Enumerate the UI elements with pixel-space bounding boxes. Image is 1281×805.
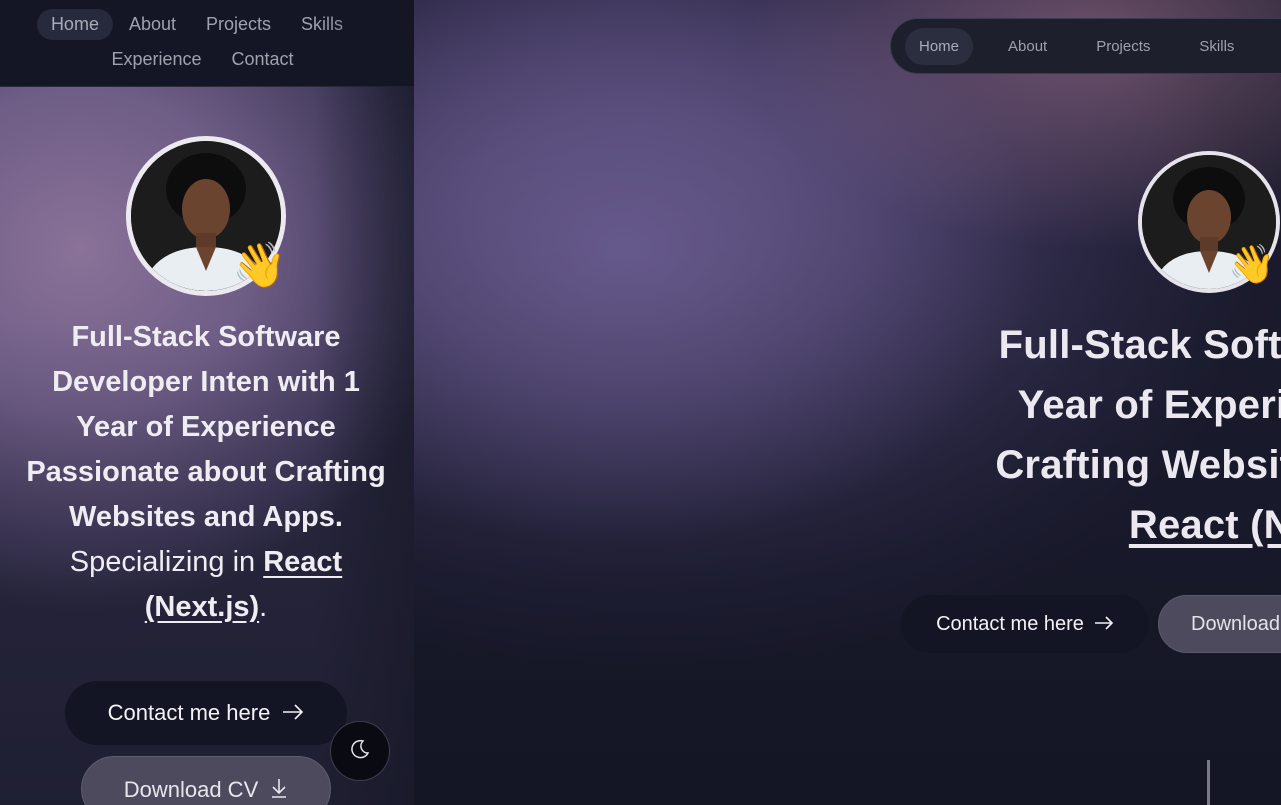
desktop-nav: Home About Projects Skills [890, 18, 1281, 74]
headline-line-1: Full-Stack Software Deve [998, 323, 1281, 367]
contact-button-label: Contact me here [936, 612, 1084, 635]
nav-projects[interactable]: Projects [192, 9, 285, 40]
mobile-headline: Full-Stack Software Developer Inten with… [22, 315, 390, 630]
nav-about[interactable]: About [115, 9, 190, 40]
theme-toggle-button[interactable] [330, 721, 390, 781]
waving-hand-icon: 👋 [232, 241, 287, 290]
download-button-label: Download CV [123, 777, 259, 802]
download-cv-button[interactable]: Download CV [81, 756, 331, 805]
react-link[interactable]: React (Next [1129, 503, 1281, 547]
headline-plain: Specializing in [69, 546, 264, 578]
waving-hand-icon: 👋 [1228, 244, 1276, 286]
mobile-view: Home About Projects Skills Experience Co… [0, 0, 414, 805]
headline-end: . [259, 591, 268, 623]
nav-skills[interactable]: Skills [1185, 28, 1248, 65]
download-icon [270, 777, 288, 805]
contact-button[interactable]: Contact me here [65, 681, 347, 745]
arrow-right-icon [282, 700, 304, 726]
nav-contact[interactable]: Contact [218, 44, 308, 75]
contact-button-label: Contact me here [107, 700, 271, 725]
nav-about[interactable]: About [994, 28, 1061, 65]
headline-bold: Full-Stack Software Developer Inten with… [26, 321, 386, 533]
nav-home[interactable]: Home [905, 27, 974, 65]
nav-skills[interactable]: Skills [287, 9, 357, 40]
scroll-indicator [1207, 760, 1210, 805]
headline-line-3: Crafting Websites and Ap [995, 443, 1281, 487]
arrow-right-icon [1094, 613, 1114, 636]
download-button-label: Download [1191, 612, 1280, 635]
moon-icon [349, 738, 371, 765]
nav-projects[interactable]: Projects [1082, 28, 1164, 65]
desktop-headline: Full-Stack Software Deve Year of Experie… [740, 315, 1281, 555]
mobile-nav: Home About Projects Skills Experience Co… [0, 0, 414, 87]
download-cv-button[interactable]: Download [1158, 595, 1281, 653]
nav-home[interactable]: Home [36, 9, 113, 40]
nav-experience[interactable]: Experience [97, 44, 215, 75]
headline-line-2: Year of Experience Pas [1017, 383, 1281, 427]
contact-button[interactable]: Contact me here [901, 595, 1149, 653]
